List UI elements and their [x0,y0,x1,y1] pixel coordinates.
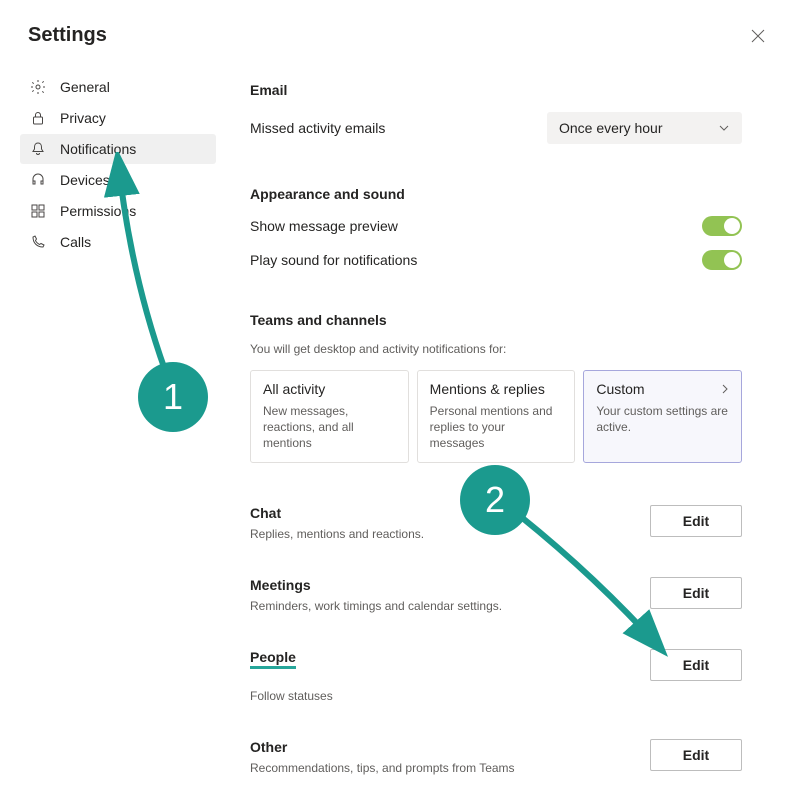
label-missed-emails: Missed activity emails [250,120,385,136]
edit-button-chat[interactable]: Edit [650,505,742,537]
bell-icon [30,141,46,157]
edit-button-other[interactable]: Edit [650,739,742,771]
section-sub-meetings: Reminders, work timings and calendar set… [250,599,650,613]
phone-icon [30,234,46,250]
card-title: All activity [263,381,396,397]
section-teams-channels: Teams and channels You will get desktop … [250,312,742,463]
card-all-activity[interactable]: All activity New messages, reactions, an… [250,370,409,463]
section-other: Other Recommendations, tips, and prompts… [250,739,742,775]
sidebar-item-devices[interactable]: Devices [20,165,216,195]
section-sub-chat: Replies, mentions and reactions. [250,527,650,541]
section-title-teams: Teams and channels [250,312,742,328]
close-button[interactable] [748,26,768,46]
toggle-play-sound[interactable] [702,250,742,270]
headset-icon [30,172,46,188]
sidebar-item-label: General [60,79,110,95]
chevron-right-icon [719,383,731,395]
card-title: Mentions & replies [430,381,563,397]
edit-button-people[interactable]: Edit [650,649,742,681]
helper-teams: You will get desktop and activity notifi… [250,342,742,356]
sidebar-item-permissions[interactable]: Permissions [20,196,216,226]
sidebar-item-general[interactable]: General [20,72,216,102]
card-mentions-replies[interactable]: Mentions & replies Personal mentions and… [417,370,576,463]
section-sub-people: Follow statuses [250,689,650,703]
section-title-meetings: Meetings [250,577,650,593]
sidebar-item-label: Privacy [60,110,106,126]
main-content: Email Missed activity emails Once every … [220,0,796,797]
annotation-badge-1: 1 [138,362,208,432]
sidebar-item-label: Calls [60,234,91,250]
section-email: Email Missed activity emails Once every … [250,82,742,144]
section-sub-other: Recommendations, tips, and prompts from … [250,761,650,775]
section-title-other: Other [250,739,650,755]
card-custom[interactable]: Custom Your custom settings are active. [583,370,742,463]
section-title-email: Email [250,82,742,98]
section-people: People Follow statuses Edit [250,649,742,703]
lock-icon [30,110,46,126]
gear-icon [30,79,46,95]
section-title-appearance: Appearance and sound [250,186,742,202]
apps-icon [30,203,46,219]
page-title: Settings [28,24,107,47]
annotation-badge-2: 2 [460,465,530,535]
dropdown-value: Once every hour [559,120,663,136]
card-title: Custom [596,381,729,397]
chevron-down-icon [718,122,730,134]
close-icon [751,29,765,43]
edit-button-meetings[interactable]: Edit [650,577,742,609]
sidebar-item-privacy[interactable]: Privacy [20,103,216,133]
label-message-preview: Show message preview [250,218,398,234]
card-desc: Personal mentions and replies to your me… [430,403,563,452]
section-appearance: Appearance and sound Show message previe… [250,186,742,270]
card-desc: New messages, reactions, and all mention… [263,403,396,452]
toggle-message-preview[interactable] [702,216,742,236]
sidebar-item-notifications[interactable]: Notifications [20,134,216,164]
dropdown-missed-emails[interactable]: Once every hour [547,112,742,144]
card-desc: Your custom settings are active. [596,403,729,435]
sidebar-item-calls[interactable]: Calls [20,227,216,257]
sidebar-item-label: Notifications [60,141,136,157]
label-play-sound: Play sound for notifications [250,252,417,268]
section-title-people: People [250,649,650,683]
section-title-chat: Chat [250,505,650,521]
section-meetings: Meetings Reminders, work timings and cal… [250,577,742,613]
sidebar-item-label: Permissions [60,203,136,219]
sidebar-item-label: Devices [60,172,110,188]
